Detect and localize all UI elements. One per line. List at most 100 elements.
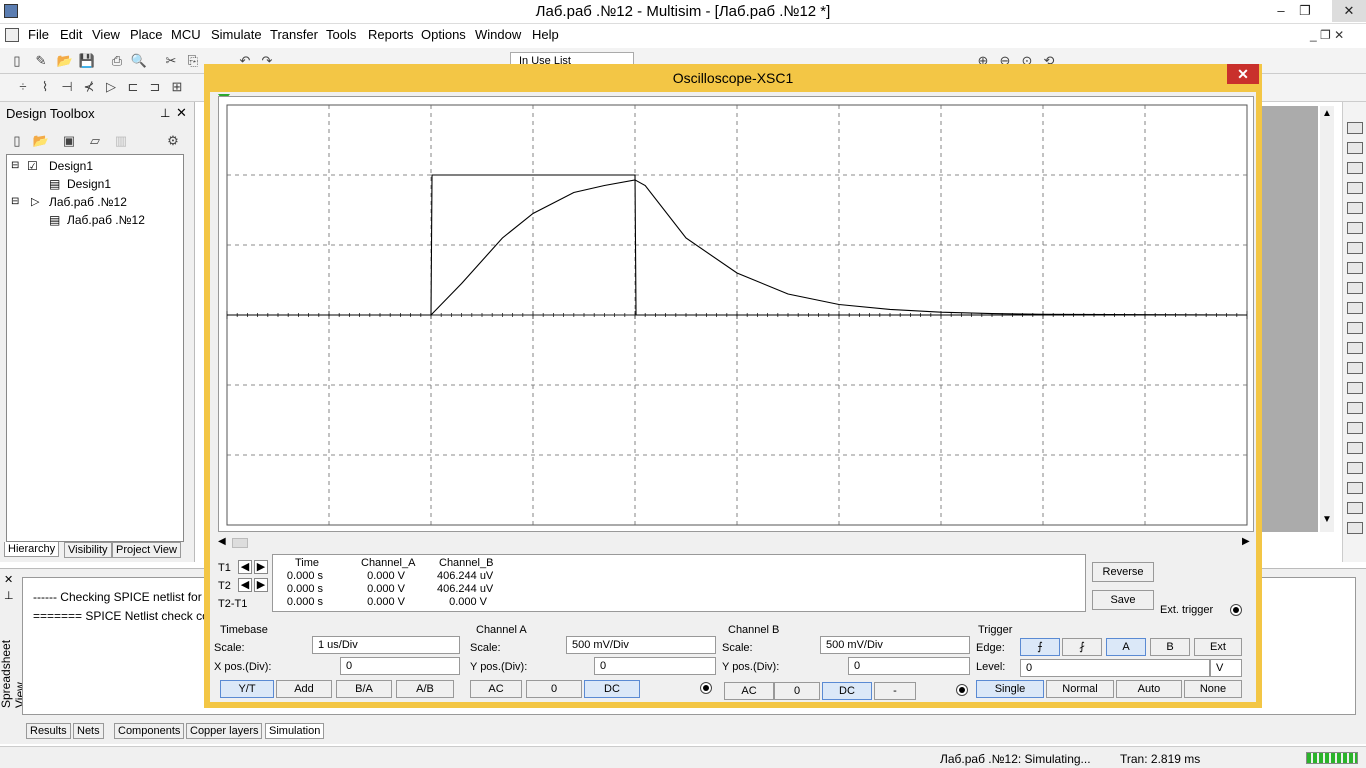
print-icon[interactable]: ⎙ [108,52,126,70]
network-analyzer-icon[interactable] [1347,382,1363,394]
rising-edge-icon[interactable]: ⨍ [1020,638,1060,656]
tab-components[interactable]: Components [114,723,185,739]
bode-plotter-icon[interactable] [1347,222,1363,234]
channel-b-invert-button[interactable]: - [874,682,916,700]
channel-b-ac-button[interactable]: AC [724,682,774,700]
logic-converter-icon[interactable] [1347,302,1363,314]
t1-right-arrow-icon[interactable]: ▶ [254,560,268,574]
collapse-icon[interactable]: ⊟ [11,160,19,171]
channel-b-scale-field[interactable]: 500 mV/Div [820,636,970,654]
tab-visibility[interactable]: Visibility [64,542,112,558]
ext-trigger-terminal[interactable] [1230,604,1242,616]
oscilloscope-screen[interactable] [218,96,1254,532]
new-sheet-icon[interactable]: ▱ [86,132,104,150]
menu-file[interactable]: File [28,27,49,42]
measurement-probe-icon[interactable] [1347,482,1363,494]
source-icon[interactable]: ÷ [14,78,32,96]
channel-a-zero-button[interactable]: 0 [526,680,582,698]
current-probe-icon[interactable] [1347,522,1363,534]
agilent-multimeter-icon[interactable] [1347,422,1363,434]
delete-sheet-icon[interactable]: ▥ [112,132,130,150]
screen-scrollbar[interactable]: ◀ ▶ [218,536,1254,550]
pin-icon[interactable]: ⊥ [160,106,170,120]
scroll-right-icon[interactable]: ▶ [1242,536,1250,547]
channel-b-zero-button[interactable]: 0 [774,682,820,700]
channel-a-dc-button[interactable]: DC [584,680,640,698]
menu-window[interactable]: Window [475,27,521,42]
tree-item-design1[interactable]: Design1 [49,159,93,173]
trigger-level-field[interactable]: 0 [1020,659,1210,677]
channel-b-ypos-field[interactable]: 0 [848,657,970,675]
channel-a-scale-field[interactable]: 500 mV/Div [566,636,716,654]
scroll-down-icon[interactable]: ▼ [1322,514,1332,525]
tab-copper-layers[interactable]: Copper layers [186,723,263,739]
frequency-counter-icon[interactable] [1347,242,1363,254]
transistor-icon[interactable]: ⊀ [80,78,98,96]
collapse-icon[interactable]: ⊟ [11,196,19,207]
ab-button[interactable]: A/B [396,680,454,698]
tree-item-design1-sheet[interactable]: Design1 [67,177,111,191]
new-file-icon[interactable]: ▯ [8,132,26,150]
trigger-source-ext-button[interactable]: Ext [1194,638,1242,656]
channel-a-ypos-field[interactable]: 0 [594,657,716,675]
distortion-analyzer-icon[interactable] [1347,342,1363,354]
multimeter-icon[interactable] [1347,122,1363,134]
falling-edge-icon[interactable]: ⨏ [1062,638,1102,656]
reverse-button[interactable]: Reverse [1092,562,1154,582]
menu-view[interactable]: View [92,27,120,42]
save-design-icon[interactable]: ▣ [60,132,78,150]
spectrum-analyzer-icon[interactable] [1347,362,1363,374]
t2-left-arrow-icon[interactable]: ◀ [238,578,252,592]
timebase-scale-field[interactable]: 1 us/Div [312,636,460,654]
close-panel-icon[interactable]: ✕ [4,573,13,586]
ttl-icon[interactable]: ⊏ [124,78,142,96]
yt-button[interactable]: Y/T [220,680,274,698]
tektronix-oscilloscope-icon[interactable] [1347,462,1363,474]
restore-button[interactable]: ❐ [1290,0,1320,22]
checkbox-icon[interactable]: ☑ [27,159,38,173]
iv-analyzer-icon[interactable] [1347,322,1363,334]
save-button[interactable]: Save [1092,590,1154,610]
workspace-scrollbar[interactable]: ▲ ▼ [1320,106,1334,532]
t2-right-arrow-icon[interactable]: ▶ [254,578,268,592]
tab-hierarchy[interactable]: Hierarchy [4,542,60,557]
menu-tools[interactable]: Tools [326,27,356,42]
scroll-up-icon[interactable]: ▲ [1322,108,1332,119]
menu-mcu[interactable]: MCU [171,27,201,42]
menu-edit[interactable]: Edit [60,27,82,42]
tab-project-view[interactable]: Project View [112,542,181,558]
scroll-thumb[interactable] [232,538,248,548]
agilent-oscilloscope-icon[interactable] [1347,442,1363,454]
auto-button[interactable]: Auto [1116,680,1182,698]
function-generator-icon[interactable] [1347,142,1363,154]
menu-transfer[interactable]: Transfer [270,27,318,42]
wattmeter-icon[interactable] [1347,162,1363,174]
new-design-icon[interactable]: ✎ [32,52,50,70]
analog-icon[interactable]: ▷ [102,78,120,96]
cmos-icon[interactable]: ⊐ [146,78,164,96]
single-button[interactable]: Single [976,680,1044,698]
print-preview-icon[interactable]: 🔍 [130,52,148,70]
menu-options[interactable]: Options [421,27,466,42]
none-button[interactable]: None [1184,680,1242,698]
agilent-generator-icon[interactable] [1347,402,1363,414]
channel-b-dc-button[interactable]: DC [822,682,872,700]
close-button[interactable]: ✕ [1332,0,1366,22]
four-channel-oscilloscope-icon[interactable] [1347,202,1363,214]
channel-b-terminal[interactable] [956,684,968,696]
tab-results[interactable]: Results [26,723,71,739]
xpos-field[interactable]: 0 [340,657,460,675]
tab-nets[interactable]: Nets [73,723,104,739]
logic-analyzer-icon[interactable] [1347,282,1363,294]
copy-icon[interactable]: ⎘ [184,52,202,70]
channel-a-ac-button[interactable]: AC [470,680,522,698]
trigger-level-unit[interactable]: V [1210,659,1242,677]
trigger-source-a-button[interactable]: A [1106,638,1146,656]
new-icon[interactable]: ▯ [8,52,26,70]
t1-left-arrow-icon[interactable]: ◀ [238,560,252,574]
pin-icon[interactable]: ⊥ [4,589,14,602]
menu-reports[interactable]: Reports [368,27,414,42]
ba-button[interactable]: B/A [336,680,392,698]
oscilloscope-icon[interactable] [1347,182,1363,194]
open-folder-icon[interactable]: 📂 [32,132,50,150]
